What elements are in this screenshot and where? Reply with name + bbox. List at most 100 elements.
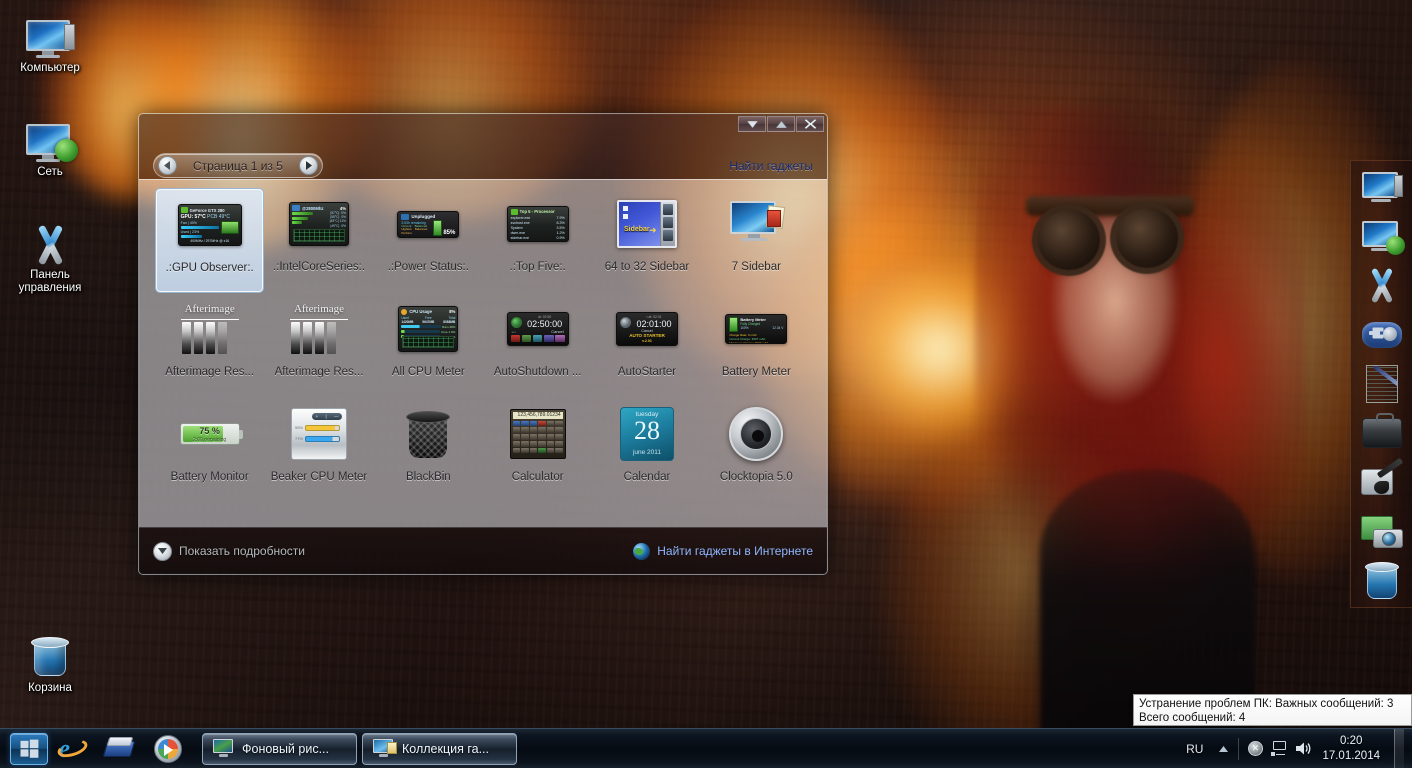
dock-item-pictures[interactable] xyxy=(1356,507,1408,554)
calendar-month: june 2011 xyxy=(632,449,662,456)
taskbar: e Фоновый рис... Коллекция га... RU ✕ 0:… xyxy=(0,728,1412,768)
control-panel-icon xyxy=(2,215,98,266)
window-titlebar[interactable]: Страница 1 из 5 Найти гаджеты xyxy=(139,114,827,179)
find-gadgets-online-link[interactable]: Найти гаджеты в Интернете xyxy=(633,542,813,560)
tooltip-line-2: Всего сообщений: 4 xyxy=(1139,712,1246,724)
gadget-item[interactable]: • at: 02:01 02:01:00 Cancel AUTO STARTER… xyxy=(592,293,701,398)
quicklaunch-media-player[interactable] xyxy=(144,731,192,767)
clock-time: 0:20 xyxy=(1340,734,1363,747)
dock-item-recycle-bin[interactable] xyxy=(1356,556,1408,603)
dock-item-computer[interactable] xyxy=(1356,165,1408,212)
gadget-label: Battery Monitor xyxy=(170,471,249,483)
gadget-label: AutoShutdown ... xyxy=(493,366,582,378)
maximize-button[interactable] xyxy=(767,116,795,132)
dock-item-control-panel[interactable] xyxy=(1356,263,1408,310)
dock-item-games[interactable] xyxy=(1356,312,1408,359)
quicklaunch-explorer[interactable] xyxy=(96,731,144,767)
recycle-bin-icon xyxy=(1364,560,1399,600)
desktop-icon-recycle-bin[interactable]: Корзина xyxy=(2,628,98,695)
explorer-folders-icon xyxy=(102,736,136,761)
gadget-item[interactable]: GeForce GTX 280 GPU: 57°C PCB 49°C Fan |… xyxy=(155,188,265,293)
afterimage-title: Afterimage xyxy=(184,303,235,315)
dock-item-music[interactable] xyxy=(1356,457,1408,505)
desktop-icon-label: Панель управления xyxy=(18,269,82,294)
desktop-icon-computer[interactable]: Компьютер xyxy=(2,8,98,75)
taskbar-button-background-picture[interactable]: Фоновый рис... xyxy=(202,732,357,765)
computer-icon xyxy=(2,8,98,58)
gadget-gallery-window: Страница 1 из 5 Найти гаджеты GeForce GT… xyxy=(138,113,828,575)
desktop-background-icon xyxy=(213,739,235,758)
dock-item-network[interactable] xyxy=(1356,214,1408,261)
show-details-button[interactable]: Показать подробности xyxy=(153,541,305,561)
taskbar-window-buttons: Фоновый рис... Коллекция га... xyxy=(202,732,517,765)
tray-tooltip: Устранение проблем ПК: Важных сообщений:… xyxy=(1133,694,1412,726)
tray-overflow-button[interactable] xyxy=(1213,738,1233,760)
music-icon xyxy=(1360,457,1403,499)
gadget-thumbnail-autoshutdown: at: 02:50 02:50:00 set Cancel xyxy=(506,300,570,358)
next-page-button[interactable] xyxy=(298,156,318,175)
gadget-item[interactable]: Top 5 - Processor explorer.exe 7.9% svcho… xyxy=(483,188,592,293)
gadget-item[interactable]: Unplugged 2:53h remaining Current Balanc… xyxy=(374,188,483,293)
dock-item-documents[interactable] xyxy=(1356,361,1408,408)
gadget-label: .:Power Status:. xyxy=(387,261,469,273)
gadget-item[interactable]: at: 02:50 02:50:00 set Cancel AutoShutdo… xyxy=(483,293,592,398)
desktop-icon-label: Сеть xyxy=(37,166,63,178)
gadget-item[interactable]: Afterimage Afterimage Res... xyxy=(155,293,264,398)
gallery-toolbar: Страница 1 из 5 Найти гаджеты xyxy=(139,152,827,179)
gadget-label: AutoStarter xyxy=(617,366,677,378)
start-orb-icon xyxy=(20,739,38,758)
gadget-thumbnail-calendar: tuesday 28 june 2011 xyxy=(615,405,679,463)
gadget-thumbnail-all-cpu-meter: CPU Usage 8% Used 1420MB Free 5647MB Total… xyxy=(396,300,460,358)
gadget-thumbnail-calculator: 123,456,789.01234 xyxy=(506,405,570,463)
gadget-thumbnail-power-status: Unplugged 2:53h remaining Current Balanc… xyxy=(396,195,460,253)
gadget-item[interactable]: tuesday 28 june 2011 Calendar xyxy=(592,398,701,503)
gadget-thumbnail-afterimage-1: Afterimage xyxy=(178,300,242,358)
quicklaunch-internet-explorer[interactable]: e xyxy=(48,731,96,767)
find-gadgets-link[interactable]: Найти гаджеты xyxy=(729,159,813,173)
gadget-thumbnail-clocktopia xyxy=(724,405,788,463)
gallery-footer: Показать подробности Найти гаджеты в Инт… xyxy=(139,527,827,574)
chevron-down-icon xyxy=(153,541,172,561)
start-button[interactable] xyxy=(10,732,48,765)
gadget-thumbnail-gpu-observer: GeForce GTX 280 GPU: 57°C PCB 49°C Fan |… xyxy=(177,196,242,254)
calculator-display: 123,456,789.01234 xyxy=(512,412,563,419)
show-desktop-button[interactable] xyxy=(1394,728,1404,768)
desktop-icon-network[interactable]: Сеть xyxy=(2,112,98,179)
gadget-item[interactable]: Afterimage Afterimage Res... xyxy=(264,293,373,398)
gadget-label: Clocktopia 5.0 xyxy=(719,471,793,483)
gadget-item[interactable]: 75 % 2:00 remaining Battery Monitor xyxy=(155,398,264,503)
gadget-label: Calendar xyxy=(623,471,671,483)
volume-speaker-icon[interactable] xyxy=(1292,738,1314,760)
dock-item-briefcase[interactable] xyxy=(1356,409,1408,456)
gadget-label: All CPU Meter xyxy=(391,366,465,378)
gadget-item[interactable]: Battery Meter Fully Charged 100% 12.34 V … xyxy=(702,293,811,398)
gadget-thumbnail-battery-monitor: 75 % 2:00 remaining xyxy=(178,405,243,463)
gadget-thumbnail-blackbin xyxy=(396,405,460,463)
gadget-item[interactable]: + | — 55% 77% Beaker CPU Meter xyxy=(264,398,373,503)
language-indicator[interactable]: RU xyxy=(1178,742,1211,756)
taskbar-button-label: Коллекция га... xyxy=(402,741,490,756)
minimize-button[interactable] xyxy=(738,116,766,132)
gadget-item[interactable]: Sidebar ➜ 64 to 32 Sidebar xyxy=(592,188,701,293)
network-status-icon[interactable] xyxy=(1268,738,1290,760)
gadget-item[interactable]: Clocktopia 5.0 xyxy=(702,398,811,503)
goggle-lens-left xyxy=(1038,210,1100,270)
gadget-item[interactable]: BlackBin xyxy=(374,398,483,503)
gadget-item[interactable]: CPU Usage 8% Used 1420MB Free 5647MB Total… xyxy=(374,293,483,398)
clock[interactable]: 0:20 17.01.2014 xyxy=(1316,734,1390,764)
gadget-thumbnail-autostarter: • at: 02:01 02:01:00 Cancel AUTO STARTER… xyxy=(615,300,679,358)
sidebar-art-label: Sidebar xyxy=(623,226,650,233)
gadget-grid: GeForce GTX 280 GPU: 57°C PCB 49°C Fan |… xyxy=(139,180,827,503)
previous-page-button[interactable] xyxy=(158,156,177,175)
close-button[interactable] xyxy=(796,116,824,132)
battery-percent: 75 % xyxy=(199,426,220,436)
desktop-icon-control-panel[interactable]: Панель управления xyxy=(2,215,98,295)
network-icon xyxy=(1361,221,1405,256)
desktop-icon-label: Компьютер xyxy=(20,62,80,74)
action-center-flag-icon[interactable] xyxy=(1244,738,1266,760)
taskbar-button-gadget-gallery[interactable]: Коллекция га... xyxy=(362,732,517,765)
gadget-item[interactable]: 7 Sidebar xyxy=(702,188,811,293)
gadget-item[interactable]: 123,456,789.01234 Calculator xyxy=(483,398,592,503)
gadget-item[interactable]: @2800Mhz 4% |57°C| 0% |55°C| 0% |49°C| 11%… xyxy=(264,188,373,293)
gadget-thumbnail-beaker-cpu-meter: + | — 55% 77% xyxy=(287,405,351,463)
